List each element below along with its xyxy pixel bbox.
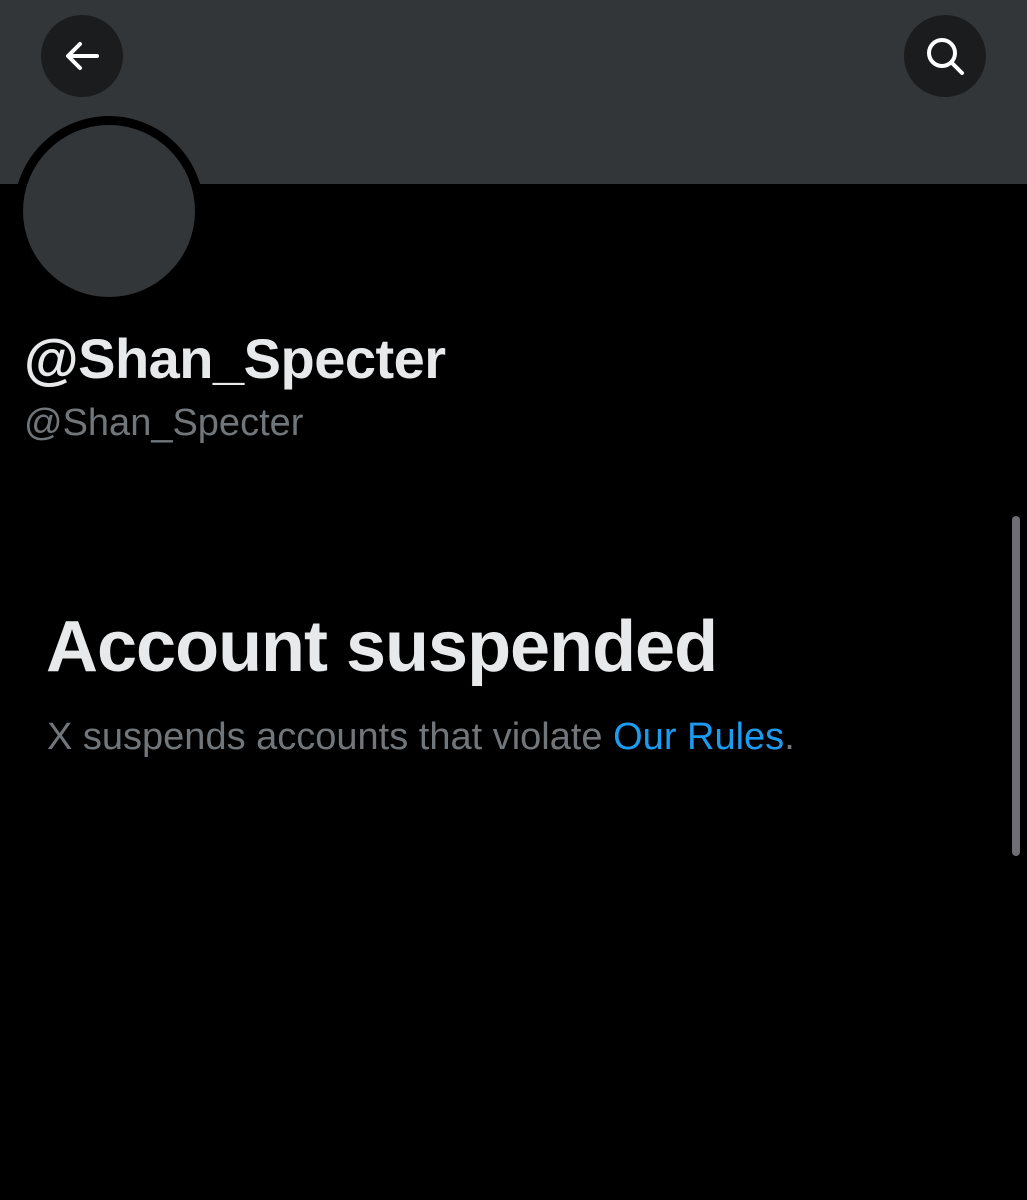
- profile-handle: @Shan_Specter: [24, 402, 304, 444]
- profile-display-name: @Shan_Specter: [24, 327, 446, 390]
- search-icon: [927, 38, 964, 75]
- our-rules-link[interactable]: Our Rules: [613, 716, 784, 758]
- suspended-description-period: .: [784, 716, 795, 758]
- suspended-description: X suspends accounts that violate Our Rul…: [47, 716, 795, 759]
- scrollbar[interactable]: [1012, 516, 1020, 856]
- avatar-ring: [14, 116, 204, 306]
- suspended-description-text: X suspends accounts that violate: [47, 716, 614, 758]
- search-button[interactable]: [904, 15, 986, 97]
- back-button[interactable]: [41, 15, 123, 97]
- suspended-title: Account suspended: [46, 607, 718, 687]
- arrow-left-icon: [66, 42, 99, 70]
- avatar[interactable]: [23, 125, 195, 297]
